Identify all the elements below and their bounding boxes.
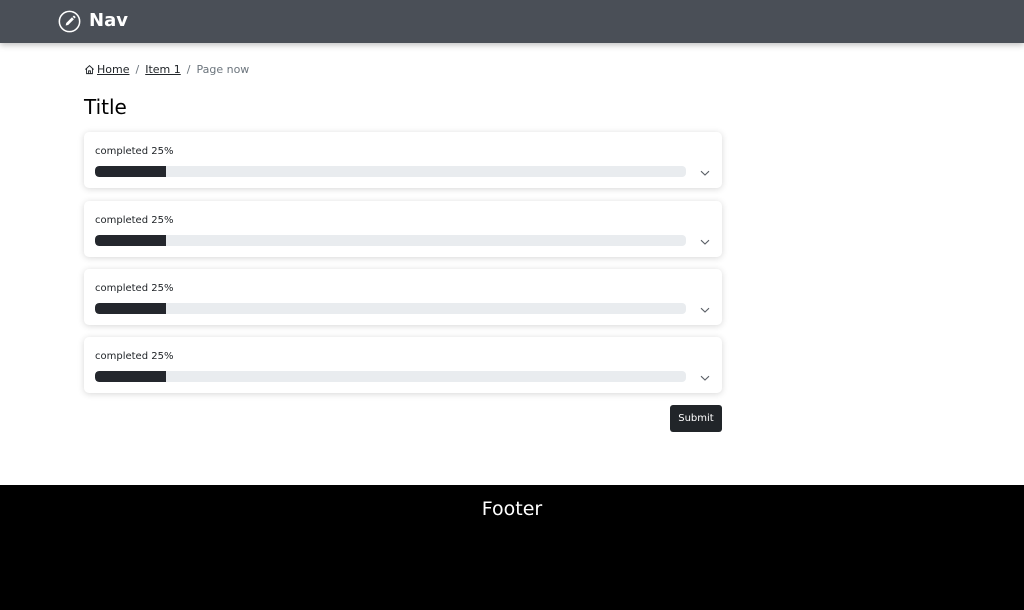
brand-label: Nav	[89, 10, 128, 31]
chevron-down-icon[interactable]	[698, 235, 712, 249]
top-navbar: Nav	[0, 0, 1024, 43]
submit-button[interactable]: Submit	[670, 405, 722, 432]
progress-card[interactable]: completed 25%	[84, 337, 722, 393]
chevron-down-icon[interactable]	[698, 371, 712, 385]
progress-bar	[95, 166, 686, 177]
progress-bar	[95, 235, 686, 246]
breadcrumb-separator: /	[135, 62, 140, 76]
progress-card[interactable]: completed 25%	[84, 132, 722, 188]
footer: Footer	[0, 485, 1024, 610]
progress-fill	[95, 371, 166, 382]
progress-bar	[95, 303, 686, 314]
progress-bar	[95, 371, 686, 382]
progress-label: completed 25%	[95, 351, 174, 362]
progress-card[interactable]: completed 25%	[84, 269, 722, 325]
footer-label: Footer	[481, 498, 543, 520]
breadcrumb-home-link[interactable]: Home	[97, 63, 129, 76]
breadcrumb: Home / Item 1 / Page now	[84, 61, 249, 77]
progress-fill	[95, 303, 166, 314]
progress-label: completed 25%	[95, 283, 174, 294]
breadcrumb-separator: /	[186, 62, 191, 76]
progress-card[interactable]: completed 25%	[84, 201, 722, 257]
progress-fill	[95, 235, 166, 246]
pencil-icon	[58, 10, 81, 32]
page-title: Title	[84, 95, 127, 119]
chevron-down-icon[interactable]	[698, 303, 712, 317]
breadcrumb-item1-link[interactable]: Item 1	[145, 63, 181, 76]
home-icon[interactable]	[84, 64, 95, 75]
progress-label: completed 25%	[95, 146, 174, 157]
breadcrumb-current: Page now	[196, 62, 250, 76]
progress-fill	[95, 166, 166, 177]
chevron-down-icon[interactable]	[698, 166, 712, 180]
progress-label: completed 25%	[95, 215, 174, 226]
brand[interactable]: Nav	[58, 9, 128, 33]
